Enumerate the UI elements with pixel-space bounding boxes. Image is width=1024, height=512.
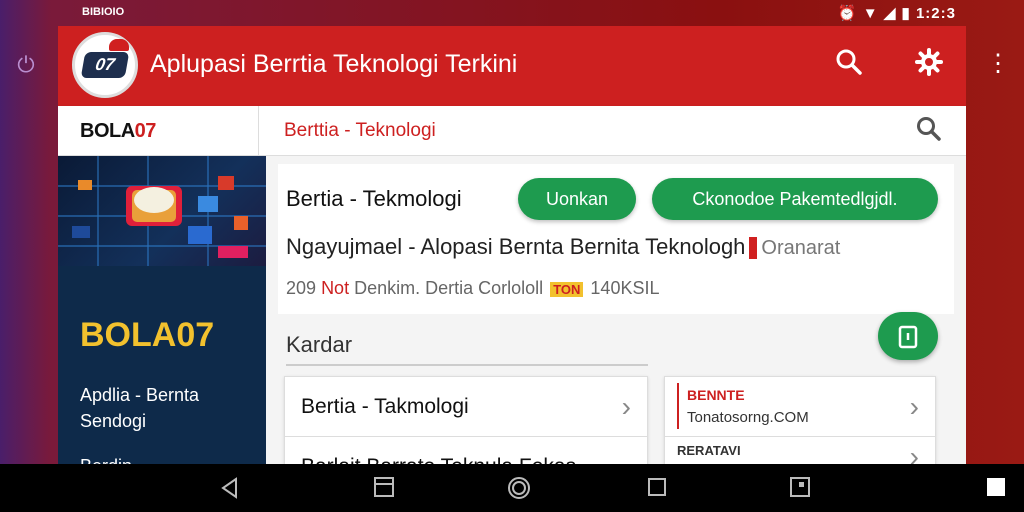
home-circle-icon[interactable] — [507, 476, 531, 500]
news-accent-bar — [677, 383, 679, 429]
wifi-icon: ▼ — [862, 5, 879, 22]
tab-search-icon[interactable] — [916, 116, 942, 149]
list-item[interactable]: Barlait Barrate Teknula Fekas — [285, 437, 647, 464]
main-content: Bertia - Tekmologi Uonkan Ckonodoe Pakem… — [266, 156, 966, 464]
meta-flag-badge: TON — [550, 281, 584, 297]
news-item[interactable]: BENNTE Tonatosorng.COM › — [665, 377, 935, 437]
brand-main: BOLA — [80, 120, 135, 142]
keyboard-square-icon[interactable] — [984, 476, 1008, 500]
primary-pill-button[interactable]: Uonkan — [518, 178, 636, 220]
sidebar-item-primary[interactable]: Apdlia - Bernta Sendogi — [80, 382, 250, 434]
app-logo[interactable]: 07 — [72, 32, 138, 98]
news-tag-secondary: RERATAVI — [677, 443, 741, 458]
meta-tail: 140KSIL — [590, 278, 660, 298]
list-item-label: Barlait Barrate Teknula Fekas — [301, 455, 576, 464]
meta-red-text: Not — [321, 278, 350, 298]
battery-icon: ▮ — [901, 5, 911, 22]
power-icon[interactable]: ⏻ — [14, 52, 38, 77]
status-left-text: BIBIOIO — [82, 6, 125, 18]
sidebar-hero-image — [58, 156, 266, 266]
system-nav-bar — [0, 464, 1024, 512]
app-window: 07 Aplupasi Berrtia Teknologi Terkini BO… — [58, 26, 966, 464]
news-card: BENNTE Tonatosorng.COM › RERATAVI › — [664, 376, 936, 464]
article-subtitle-text: Ngayujmael - Alopasi Bernta Bernita Tekn… — [286, 234, 746, 259]
app-bar: 07 Aplupasi Berrtia Teknologi Terkini — [58, 26, 966, 106]
sidebar-brand: BOLA07 — [80, 316, 215, 354]
sidebar-item-partial[interactable]: Berdin — [80, 456, 132, 464]
sidebar: BOLA07 Apdlia - Bernta Sendogi Berdin — [58, 156, 266, 464]
clock-text: 1:2:3 — [915, 5, 956, 22]
list-item[interactable]: Bertia - Takmologi › — [285, 377, 647, 437]
status-right-indicators: ⏰ ▼ ◢ ▮ 1:2:3 — [838, 4, 956, 22]
logo-mark: 07 — [80, 52, 130, 78]
red-tag-marker — [749, 237, 758, 260]
article-list: Bertia - Takmologi › Barlait Barrate Tek… — [284, 376, 648, 464]
square-icon[interactable] — [645, 476, 669, 500]
alarm-icon: ⏰ — [837, 5, 858, 22]
gear-icon[interactable] — [912, 48, 946, 82]
brand-label[interactable]: BOLA07 — [80, 120, 156, 143]
section-label: Kardar — [286, 332, 353, 357]
screenshot-icon[interactable] — [788, 476, 812, 500]
news-item[interactable]: RERATAVI › — [665, 437, 935, 464]
floating-action-button[interactable] — [878, 312, 938, 360]
tab-title[interactable]: Berttia - Teknologi — [284, 120, 436, 142]
article-heading[interactable]: Bertia - Tekmologi — [286, 186, 462, 212]
recent-square-icon[interactable] — [372, 476, 396, 500]
list-item-label: Bertia - Takmologi — [301, 395, 469, 418]
chevron-right-icon: › — [909, 441, 919, 464]
status-bar: BIBIOIO ⏰ ▼ ◢ ▮ 1:2:3 — [58, 0, 966, 26]
meta-number: 209 — [286, 278, 317, 298]
search-icon[interactable] — [832, 48, 866, 82]
back-triangle-icon[interactable] — [218, 476, 242, 500]
meta-text: Denkim. Dertia — [354, 278, 474, 298]
brand-highlight: 07 — [134, 120, 157, 142]
chevron-right-icon: › — [909, 391, 919, 422]
article-subtitle-muted: Oranarat — [761, 237, 841, 259]
article-subtitle: Ngayujmael - Alopasi Bernta Bernita Tekn… — [286, 234, 840, 260]
news-tag: BENNTE — [687, 387, 745, 403]
section-divider — [286, 364, 648, 366]
signal-icon: ◢ — [883, 5, 897, 22]
article-meta: 209 Not Denkim. Dertia Corlololl TON 140… — [286, 278, 659, 299]
document-icon — [898, 325, 918, 349]
secondary-pill-button[interactable]: Ckonodoe Pakemtedlgjdl. — [652, 178, 938, 220]
news-url: Tonatosorng.COM — [687, 409, 809, 426]
app-title: Aplupasi Berrtia Teknologi Terkini — [150, 50, 518, 78]
chevron-right-icon: › — [621, 391, 631, 422]
logo-cap-shape — [109, 39, 129, 51]
tab-bar: BOLA07 Berttia - Teknologi — [58, 106, 966, 156]
tab-divider — [258, 106, 259, 156]
meta-text-secondary: Corlololl — [478, 278, 544, 298]
article-card: Bertia - Tekmologi Uonkan Ckonodoe Pakem… — [278, 164, 954, 314]
device-screen: ⏻ BIBIOIO ⏰ ▼ ◢ ▮ 1:2:3 ⋮ 07 Aplupasi Be… — [0, 0, 1024, 464]
more-vert-icon[interactable]: ⋮ — [986, 50, 1010, 78]
